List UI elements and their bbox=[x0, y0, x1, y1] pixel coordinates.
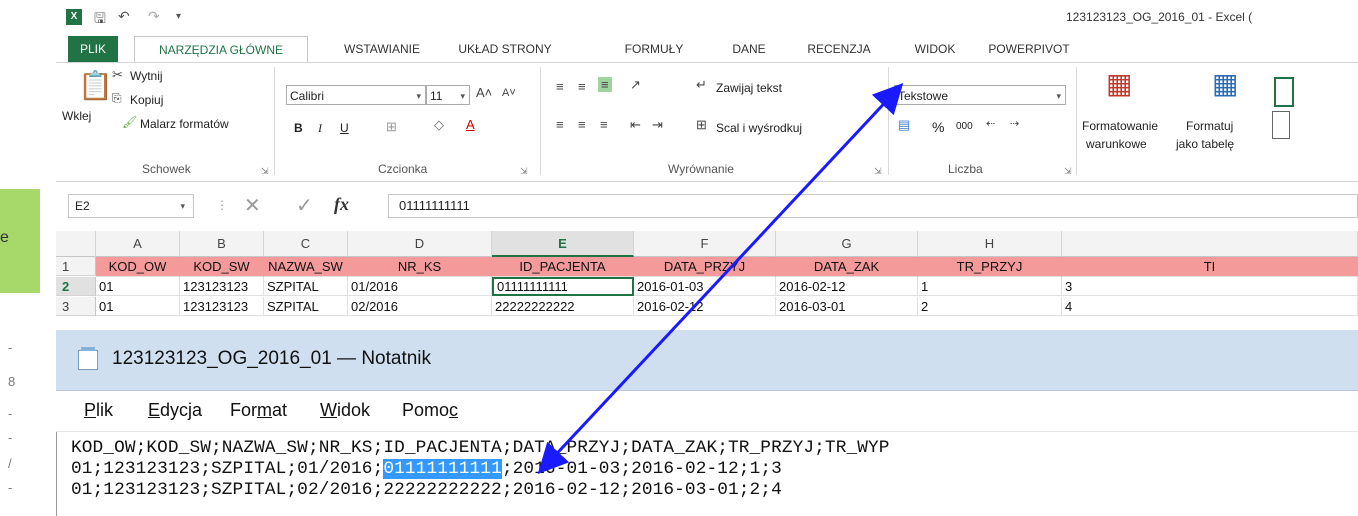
arrow-line bbox=[537, 83, 904, 474]
annotation-arrow bbox=[537, 83, 904, 474]
